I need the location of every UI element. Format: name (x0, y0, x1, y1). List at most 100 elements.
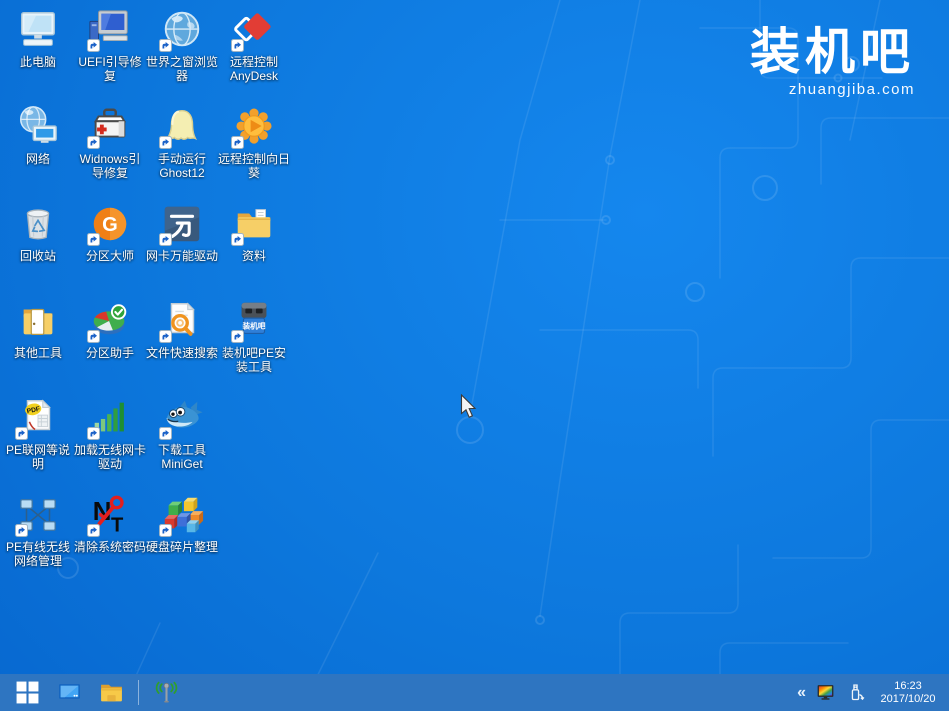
taskbar: « 16:23 2017/10/20 (0, 674, 949, 711)
desktop-icon-zhuangjiba-pe-installer[interactable]: 装机吧PE安装工具 (218, 295, 290, 392)
tray-button-hidden-icons[interactable]: « (797, 674, 806, 711)
shortcut-arrow-icon (159, 233, 172, 246)
start-button[interactable] (6, 674, 48, 711)
recycle-icon (15, 201, 61, 247)
desktop-icon-label: 网络 (26, 152, 50, 166)
desktop-icon-world-window-browser[interactable]: 世界之窗浏览器 (146, 4, 218, 101)
diskgenius-icon (87, 201, 133, 247)
browser-icon (159, 7, 205, 53)
desktop-icon-nic-universal-driver[interactable]: 网卡万能驱动 (146, 198, 218, 295)
desktop-icon-label: 网卡万能驱动 (146, 249, 218, 263)
monitor-blue-icon (57, 680, 82, 705)
desktop-icon-recycle-bin[interactable]: 回收站 (2, 198, 74, 295)
desktop: 装机吧 zhuangjiba.com 此电脑UEFI引导修复世界之窗浏览器远程控… (0, 0, 949, 711)
antenna-icon (154, 680, 179, 705)
clock-time: 16:23 (875, 680, 941, 693)
desktop-icons-grid: 此电脑 UEFI引导修复世界之窗浏览器远程控制AnyDesk 网络 Widnows引导… (2, 4, 290, 586)
desktop-icon-label: 手动运行Ghost12 (146, 152, 218, 180)
desktop-icon-sunflower-remote[interactable]: 远程控制向日葵 (218, 101, 290, 198)
desktop-icon-clear-system-password[interactable]: 清除系统密码 (74, 489, 146, 586)
defrag-icon (159, 492, 205, 538)
desktop-icon-partition-master[interactable]: 分区大师 (74, 198, 146, 295)
usb-tray-icon (845, 682, 866, 703)
desktop-icon-uefi-boot-repair[interactable]: UEFI引导修复 (74, 4, 146, 101)
mouse-cursor (460, 394, 478, 420)
desktop-icon-label: 远程控制AnyDesk (218, 55, 290, 83)
shortcut-arrow-icon (87, 39, 100, 52)
clock-date: 2017/10/20 (875, 693, 941, 706)
desktop-icon-this-pc[interactable]: 此电脑 (2, 4, 74, 101)
net-mgmt-icon (15, 492, 61, 538)
taskbar-clock[interactable]: 16:23 2017/10/20 (875, 680, 941, 706)
windows-logo-icon (15, 680, 40, 705)
anydesk-icon (231, 7, 277, 53)
desktop-icon-label: 文件快速搜索 (146, 346, 218, 360)
ghost-icon (159, 104, 205, 150)
desktop-icon-label: 远程控制向日葵 (218, 152, 290, 180)
chevron-left-icon: « (797, 685, 806, 701)
partition-icon (87, 298, 133, 344)
shark-icon (159, 395, 205, 441)
taskbar-button-file-explorer[interactable] (90, 674, 132, 711)
desktop-icon-network[interactable]: 网络 (2, 101, 74, 198)
taskbar-tray: « 16:23 2017/10/20 (797, 674, 943, 711)
desktop-icon-label: 分区助手 (86, 346, 134, 360)
desktop-icon-label: Widnows引导修复 (74, 152, 146, 180)
usb-zjb-icon (231, 298, 277, 344)
uefi-icon (87, 7, 133, 53)
shortcut-arrow-icon (87, 136, 100, 149)
brand-logo: 装机吧 zhuangjiba.com (750, 26, 915, 98)
desktop-icon-label: 硬盘碎片整理 (146, 540, 218, 554)
wan-icon (159, 201, 205, 247)
shortcut-arrow-icon (231, 330, 244, 343)
pc-icon (15, 7, 61, 53)
shortcut-arrow-icon (87, 524, 100, 537)
desktop-icon-load-wireless-driver[interactable]: 加载无线网卡驱动 (74, 392, 146, 489)
shortcut-arrow-icon (159, 427, 172, 440)
tray-button-display-settings[interactable] (815, 674, 836, 711)
pdf-icon (15, 395, 61, 441)
shortcut-arrow-icon (231, 233, 244, 246)
taskbar-button-show-desktop[interactable] (48, 674, 90, 711)
brand-logo-domain: zhuangjiba.com (750, 81, 915, 98)
desktop-icon-label: PE有线无线网络管理 (2, 540, 74, 568)
taskbar-button-wireless-tool[interactable] (145, 674, 187, 711)
toolbox-icon (87, 104, 133, 150)
network-icon (15, 104, 61, 150)
sunflower-icon (231, 104, 277, 150)
desktop-icon-miniget-downloader[interactable]: 下载工具MiniGet (146, 392, 218, 489)
desktop-icon-partition-assistant[interactable]: 分区助手 (74, 295, 146, 392)
taskbar-left (6, 674, 187, 711)
shortcut-arrow-icon (15, 427, 28, 440)
desktop-icon-data-folder[interactable]: 资料 (218, 198, 290, 295)
brand-logo-text: 装机吧 (750, 26, 915, 79)
shortcut-arrow-icon (87, 233, 100, 246)
desktop-icon-windows-boot-repair[interactable]: Widnows引导修复 (74, 101, 146, 198)
shortcut-arrow-icon (159, 330, 172, 343)
desktop-icon-other-tools[interactable]: 其他工具 (2, 295, 74, 392)
desktop-icon-disk-defrag[interactable]: 硬盘碎片整理 (146, 489, 218, 586)
desktop-icon-pe-network-readme[interactable]: PE联网等说明 (2, 392, 74, 489)
desktop-icon-label: 清除系统密码 (74, 540, 146, 554)
desktop-icon-label: UEFI引导修复 (74, 55, 146, 83)
monitor-color-icon (815, 682, 836, 703)
desktop-icon-label: 其他工具 (14, 346, 62, 360)
folder-yellow-icon (99, 680, 124, 705)
shortcut-arrow-icon (87, 330, 100, 343)
desktop-icon-label: 回收站 (20, 249, 56, 263)
shortcut-arrow-icon (159, 136, 172, 149)
taskbar-separator (138, 680, 139, 705)
nt-password-icon (87, 492, 133, 538)
desktop-icon-file-quick-search[interactable]: 文件快速搜索 (146, 295, 218, 392)
desktop-icon-ghost12-manual-run[interactable]: 手动运行Ghost12 (146, 101, 218, 198)
shortcut-arrow-icon (159, 524, 172, 537)
tray-button-usb-device[interactable] (845, 674, 866, 711)
desktop-icon-anydesk-remote[interactable]: 远程控制AnyDesk (218, 4, 290, 101)
shortcut-arrow-icon (231, 136, 244, 149)
folder-door-icon (15, 298, 61, 344)
desktop-icon-label: 资料 (242, 249, 266, 263)
desktop-icon-label: 此电脑 (20, 55, 56, 69)
shortcut-arrow-icon (87, 427, 100, 440)
desktop-icon-pe-network-manager[interactable]: PE有线无线网络管理 (2, 489, 74, 586)
desktop-icon-label: 分区大师 (86, 249, 134, 263)
